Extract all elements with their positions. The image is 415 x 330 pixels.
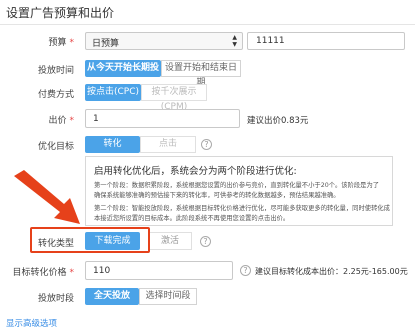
help-icon[interactable]: ? [240, 265, 251, 276]
budget-type-value: 日预算 [92, 39, 120, 49]
tip-paragraph-line: 第一个阶段：数据积累阶段，系统根据您设置的出价参与竞价，直到转化量不小于20个。… [94, 182, 380, 189]
target-price-row: 目标转化价格 * 110 ? 建议目标转化成本出价：2.25元-165.00元 [0, 259, 415, 281]
conversion-optimization-tip: 启用转化优化后，系统会分为两个阶段进行优化: 第一个阶段：数据积累阶段，系统根据… [85, 156, 393, 226]
bid-label: 出价 [48, 116, 67, 126]
target-price-label: 目标转化价格 [12, 268, 67, 278]
pay-cpm-button[interactable]: 按千次展示(CPM) [141, 84, 207, 112]
pay-cpc-button[interactable]: 按点击(CPC) [85, 84, 141, 101]
bid-input[interactable]: 1 [85, 109, 240, 128]
tip-paragraph-line: 确保系统能够准确的预估接下来的转化率，可供参考的转化数据越多，预估结果越准确。 [94, 191, 340, 199]
bid-row: 出价 * 1 建议出价0.83元 [0, 107, 415, 129]
select-arrows-icon: ▲ ▼ [232, 34, 237, 48]
opt-goal-row: 优化目标 转化 点击 ? [0, 134, 415, 154]
target-price-value: 110 [93, 266, 111, 276]
budget-label: 预算 [48, 38, 67, 48]
help-icon[interactable]: ? [200, 236, 211, 247]
tip-paragraph-line: 第二个阶段：智能投放阶段，系统根据目标转化价格进行优化，尽可能多获取更多的转化量… [94, 205, 390, 212]
pay-mode-row: 付费方式 按点击(CPC) 按千次展示(CPM) [0, 82, 415, 112]
opt-goal-label: 优化目标 [37, 142, 74, 152]
pay-mode-label: 付费方式 [37, 90, 74, 100]
budget-row: 预算 * 日预算 ▲ ▼ 11111 [0, 30, 415, 50]
delivery-row: 投放时段 全天投放 选择时间段 [0, 286, 415, 306]
required-mark: * [69, 38, 75, 48]
schedule-label: 投放时间 [37, 66, 74, 76]
budget-type-select[interactable]: 日预算 ▲ ▼ [85, 32, 243, 50]
conv-type-highlight-frame [30, 227, 150, 253]
delivery-label: 投放时段 [37, 294, 74, 304]
schedule-long-term-button[interactable]: 从今天开始长期投放 [85, 60, 161, 90]
budget-amount-input[interactable]: 11111 [247, 32, 405, 50]
show-advanced-options-link[interactable]: 显示高级选项 [6, 317, 57, 329]
schedule-date-range-button[interactable]: 设置开始和结束日期 [161, 60, 241, 88]
bid-suggestion: 建议出价0.83元 [247, 116, 309, 126]
tip-heading: 启用转化优化后，系统会分为两个阶段进行优化: [94, 166, 297, 177]
required-mark: * [69, 116, 75, 126]
opt-goal-conversion-button[interactable]: 转化 [85, 136, 140, 153]
tip-paragraph-line: 本接近您所设置的目标成本。此阶段系统不再使用您设置的点击出价。 [94, 214, 290, 222]
title-divider [0, 24, 415, 25]
budget-amount-value: 11111 [256, 36, 285, 46]
help-icon[interactable]: ? [201, 139, 212, 150]
target-price-input[interactable]: 110 [85, 261, 233, 280]
conv-type-activate-button[interactable]: 激活 [148, 232, 192, 250]
annotation-arrow-icon [14, 170, 80, 224]
page-title: 设置广告预算和出价 [6, 6, 115, 20]
schedule-row: 投放时间 从今天开始长期投放 设置开始和结束日期 [0, 58, 415, 90]
delivery-all-day-button[interactable]: 全天投放 [85, 288, 139, 305]
opt-goal-click-button[interactable]: 点击 [140, 136, 196, 153]
bid-value: 1 [93, 114, 99, 124]
target-price-suggestion: 建议目标转化成本出价：2.25元-165.00元 [255, 267, 408, 276]
delivery-time-slot-button[interactable]: 选择时间段 [139, 288, 197, 305]
required-mark: * [69, 268, 75, 278]
